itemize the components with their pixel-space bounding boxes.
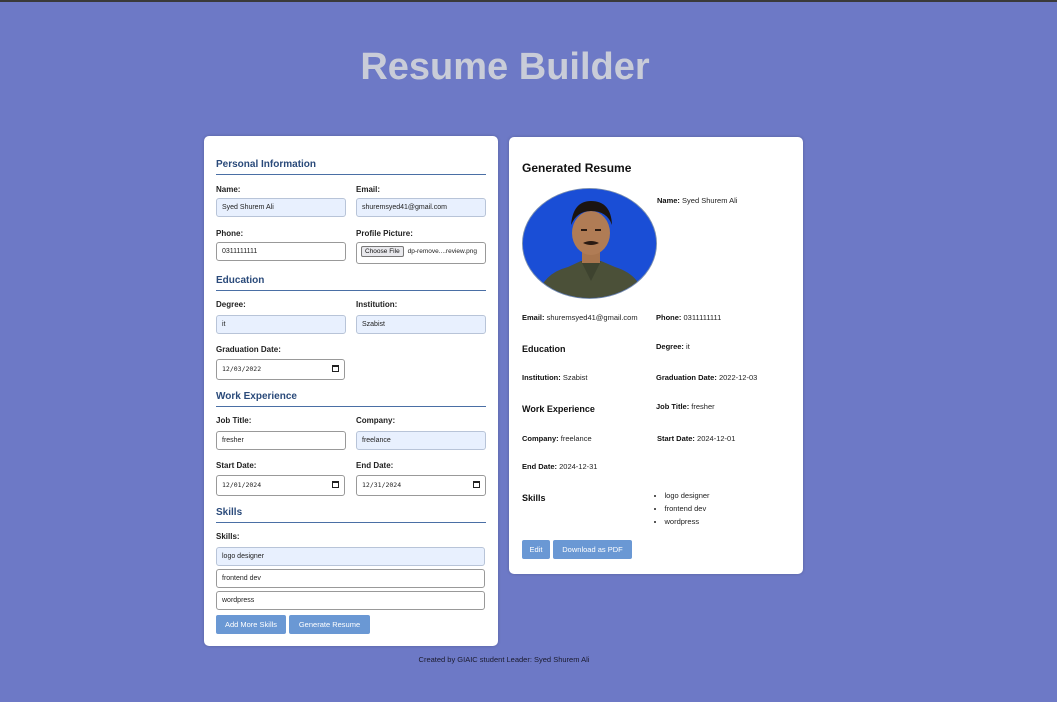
end-date-value: 12/31/2024	[362, 481, 402, 489]
company-label: Company:	[356, 416, 396, 425]
skills-heading: Skills	[216, 507, 486, 523]
phone-label: Phone:	[216, 229, 244, 238]
calendar-icon[interactable]	[332, 481, 339, 488]
skills-label: Skills:	[216, 532, 240, 541]
email-label: Email:	[356, 185, 381, 194]
job-title-input[interactable]: fresher	[216, 431, 346, 450]
personal-info-heading: Personal Information	[216, 159, 486, 175]
resume-form: Personal Information Name: Syed Shurem A…	[204, 136, 498, 646]
start-date-label: Start Date:	[216, 461, 257, 470]
phone-input[interactable]: 0311111111	[216, 242, 346, 261]
list-item: wordpress	[654, 515, 710, 528]
resume-phone: Phone: 0311111111	[656, 313, 722, 322]
page-title: Resume Builder	[360, 46, 650, 88]
name-label: Name:	[216, 185, 241, 194]
resume-work-heading: Work Experience	[522, 404, 595, 414]
degree-input[interactable]: it	[216, 315, 346, 334]
profile-picture-input[interactable]: Choose File dp-remove....review.png	[356, 242, 486, 264]
company-input[interactable]: freelance	[356, 431, 486, 450]
profile-picture-label: Profile Picture:	[356, 229, 413, 238]
skill-input[interactable]: wordpress	[216, 591, 485, 610]
resume-job-title: Job Title: fresher	[656, 402, 715, 411]
calendar-icon[interactable]	[332, 365, 339, 372]
resume-skills-heading: Skills	[522, 493, 546, 503]
name-input[interactable]: Syed Shurem Ali	[216, 198, 346, 217]
resume-education-heading: Education	[522, 344, 566, 354]
email-input[interactable]: shuremsyed41@gmail.com	[356, 198, 486, 217]
resume-graduation-date: Graduation Date: 2022-12-03	[656, 373, 758, 382]
edit-button[interactable]: Edit	[522, 540, 550, 559]
degree-label: Degree:	[216, 300, 246, 309]
end-date-input[interactable]: 12/31/2024	[356, 475, 486, 496]
graduation-date-value: 12/03/2022	[222, 365, 262, 373]
footer-credit: Created by GIAIC student Leader: Syed Sh…	[418, 655, 590, 664]
work-experience-heading: Work Experience	[216, 391, 486, 407]
generated-resume: Generated Resume Name: Syed Shurem Ali E…	[509, 137, 803, 574]
resume-company: Company: freelance	[522, 434, 592, 443]
institution-label: Institution:	[356, 300, 398, 309]
download-pdf-button[interactable]: Download as PDF	[553, 540, 632, 559]
end-date-label: End Date:	[356, 461, 394, 470]
file-name: dp-remove....review.png	[407, 248, 478, 255]
education-heading: Education	[216, 275, 486, 291]
skill-input[interactable]: frontend dev	[216, 569, 485, 588]
skill-input[interactable]: logo designer	[216, 547, 485, 566]
list-item: frontend dev	[654, 502, 710, 515]
resume-title: Generated Resume	[522, 161, 632, 175]
start-date-input[interactable]: 12/01/2024	[216, 475, 345, 496]
graduation-date-label: Graduation Date:	[216, 345, 281, 354]
job-title-label: Job Title:	[216, 416, 252, 425]
institution-input[interactable]: Szabist	[356, 315, 486, 334]
resume-end-date: End Date: 2024-12-31	[522, 462, 598, 471]
resume-degree: Degree: it	[656, 342, 690, 351]
resume-email: Email: shuremsyed41@gmail.com	[522, 313, 638, 322]
resume-start-date: Start Date: 2024-12-01	[657, 434, 736, 443]
resume-institution: Institution: Szabist	[522, 373, 588, 382]
graduation-date-input[interactable]: 12/03/2022	[216, 359, 345, 380]
resume-skills-list: logo designer frontend dev wordpress	[654, 489, 710, 528]
generate-resume-button[interactable]: Generate Resume	[289, 615, 370, 634]
profile-photo	[522, 188, 657, 299]
choose-file-button[interactable]: Choose File	[361, 246, 404, 257]
add-more-skills-button[interactable]: Add More Skills	[216, 615, 286, 634]
list-item: logo designer	[654, 489, 710, 502]
calendar-icon[interactable]	[473, 481, 480, 488]
resume-name: Name: Syed Shurem Ali	[657, 196, 738, 205]
start-date-value: 12/01/2024	[222, 481, 262, 489]
